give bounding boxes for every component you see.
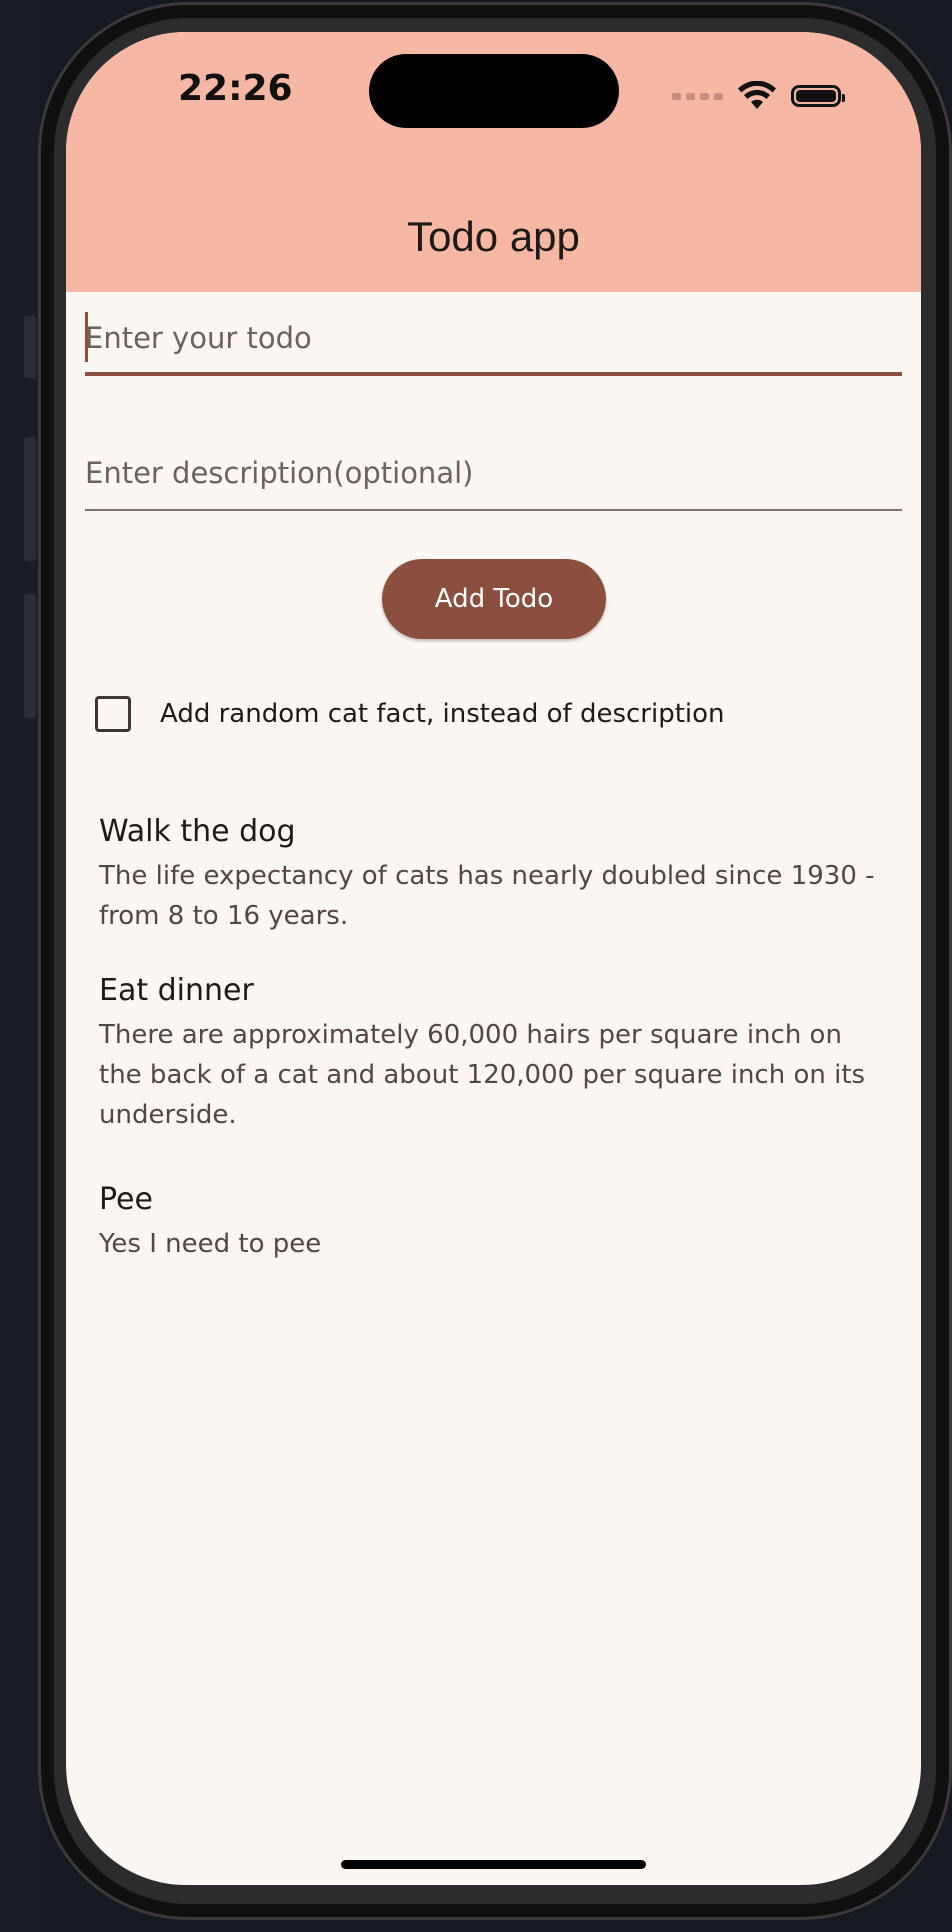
add-todo-button[interactable]: Add Todo [382,559,606,639]
todo-title: Eat dinner [99,973,254,1008]
home-indicator[interactable] [341,1860,646,1869]
background-strip [0,0,40,1932]
dynamic-island [369,54,619,128]
silent-switch [24,316,36,378]
status-time: 22:26 [178,68,293,109]
todo-item[interactable]: Eat dinner There are approximately 60,00… [99,971,889,1135]
cat-fact-option[interactable]: Add random cat fact, instead of descript… [95,696,725,732]
description-field[interactable] [85,443,902,511]
description-input-underline [85,509,902,511]
todo-field[interactable] [85,308,902,376]
app-bar: Todo app [66,182,921,292]
todo-description: Yes I need to pee [99,1229,322,1259]
todo-title: Walk the dog [99,814,296,849]
cat-fact-checkbox[interactable] [95,696,131,732]
status-bar: 22:26 [66,32,921,182]
todo-title: Pee [99,1182,153,1217]
wifi-icon [738,81,776,109]
todo-description: There are approximately 60,000 hairs per… [99,1020,866,1130]
todo-item[interactable]: Walk the dog The life expectancy of cats… [99,812,889,936]
description-input[interactable] [85,443,902,503]
todo-input[interactable] [85,308,902,368]
signal-icon [672,92,723,100]
todo-description: The life expectancy of cats has nearly d… [99,861,875,931]
volume-down-button [24,594,36,718]
todo-input-underline [85,372,902,376]
battery-icon [791,85,845,107]
app-title: Todo app [407,213,580,260]
text-caret [85,312,88,362]
todo-item[interactable]: Pee Yes I need to pee [99,1180,889,1264]
status-icons [672,76,845,116]
volume-up-button [24,437,36,561]
cat-fact-label: Add random cat fact, instead of descript… [160,699,725,729]
phone-screen: 22:26 Todo app Add Todo Add r [66,32,921,1885]
